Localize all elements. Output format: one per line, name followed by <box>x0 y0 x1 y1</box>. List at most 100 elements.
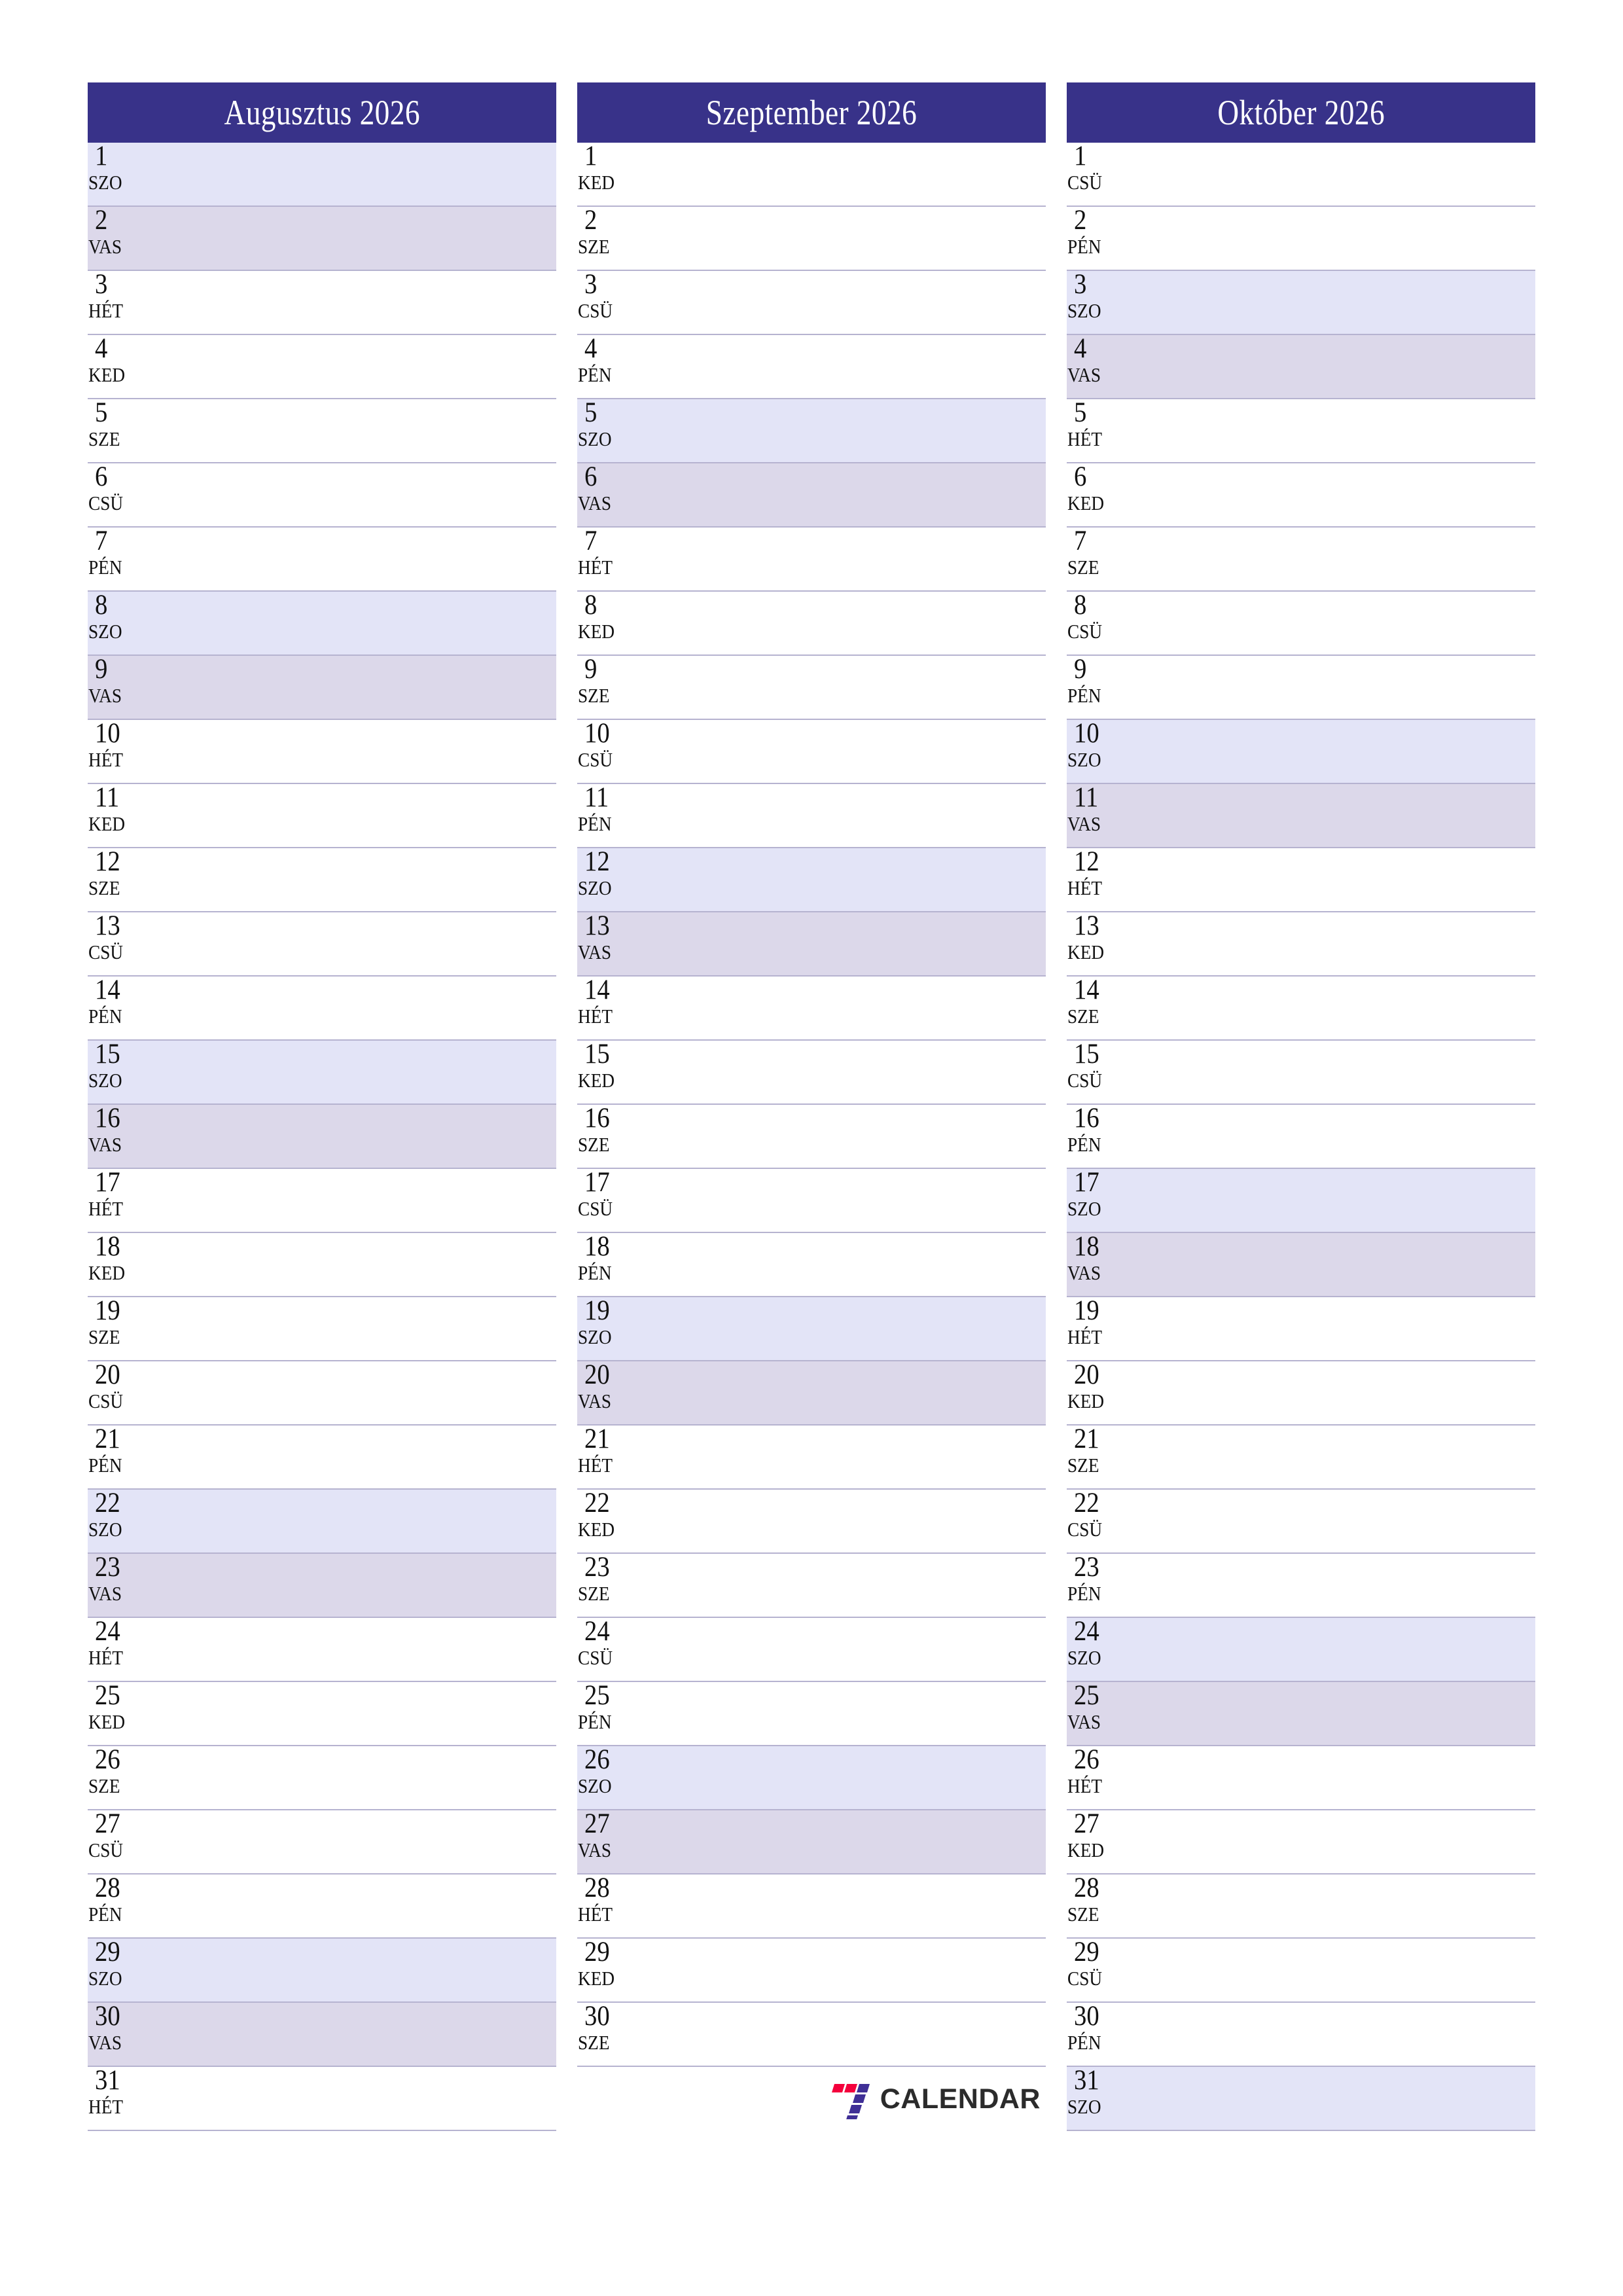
day-row[interactable]: 13 VAS <box>577 912 1046 977</box>
day-row[interactable]: 1 SZO <box>88 143 556 207</box>
day-row[interactable]: 4 PÉN <box>577 335 1046 399</box>
day-row[interactable]: 5 HÉT <box>1067 399 1535 463</box>
month-column-august: Augusztus 2026 1 SZO 2 VAS 3 HÉT 4 KED 5 SZE 6 CSÜ 7 P… <box>88 82 556 2131</box>
day-row[interactable]: 15 SZO <box>88 1041 556 1105</box>
day-row[interactable]: 21 HÉT <box>577 1426 1046 1490</box>
day-row[interactable]: 2 SZE <box>577 207 1046 271</box>
day-weekday-abbr: SZO <box>1067 1646 1101 1669</box>
day-row[interactable]: 27 KED <box>1067 1810 1535 1874</box>
day-row[interactable]: 14 PÉN <box>88 977 556 1041</box>
day-row[interactable]: 29 CSÜ <box>1067 1939 1535 2003</box>
day-row[interactable]: 10 HÉT <box>88 720 556 784</box>
day-row[interactable]: 31 SZO <box>1067 2067 1535 2131</box>
day-weekday-abbr: HÉT <box>578 1454 613 1477</box>
day-number: 5 <box>1074 399 1087 428</box>
day-row[interactable]: 18 KED <box>88 1233 556 1297</box>
day-row[interactable]: 27 CSÜ <box>88 1810 556 1874</box>
day-row[interactable]: 13 KED <box>1067 912 1535 977</box>
day-row[interactable]: 23 VAS <box>88 1554 556 1618</box>
day-weekday-abbr: KED <box>1067 492 1105 514</box>
day-row[interactable]: 6 CSÜ <box>88 463 556 528</box>
day-row[interactable]: 29 SZO <box>88 1939 556 2003</box>
day-row[interactable]: 9 VAS <box>88 656 556 720</box>
day-row[interactable]: 17 HÉT <box>88 1169 556 1233</box>
day-row[interactable]: 3 CSÜ <box>577 271 1046 335</box>
day-row[interactable]: 30 PÉN <box>1067 2003 1535 2067</box>
calendar-brand-logo[interactable]: CALENDAR <box>830 2079 1041 2119</box>
day-row[interactable]: 20 CSÜ <box>88 1361 556 1426</box>
day-row[interactable]: 12 SZO <box>577 848 1046 912</box>
day-row[interactable]: 12 HÉT <box>1067 848 1535 912</box>
day-row[interactable]: 11 PÉN <box>577 784 1046 848</box>
day-row[interactable]: 18 VAS <box>1067 1233 1535 1297</box>
day-weekday-abbr: HÉT <box>578 1005 613 1028</box>
day-row[interactable]: 19 HÉT <box>1067 1297 1535 1361</box>
day-row[interactable]: 22 SZO <box>88 1490 556 1554</box>
day-row[interactable]: 20 KED <box>1067 1361 1535 1426</box>
day-row[interactable]: 7 PÉN <box>88 528 556 592</box>
day-row[interactable]: 8 KED <box>577 592 1046 656</box>
day-row[interactable]: 15 KED <box>577 1041 1046 1105</box>
day-row[interactable]: 26 HÉT <box>1067 1746 1535 1810</box>
day-row[interactable]: 30 SZE <box>577 2003 1046 2067</box>
day-row[interactable]: 28 HÉT <box>577 1874 1046 1939</box>
day-row[interactable]: 22 KED <box>577 1490 1046 1554</box>
day-row[interactable]: 1 CSÜ <box>1067 143 1535 207</box>
day-row[interactable]: 8 SZO <box>88 592 556 656</box>
day-row[interactable]: 24 HÉT <box>88 1618 556 1682</box>
day-row[interactable]: 4 KED <box>88 335 556 399</box>
day-row[interactable]: 27 VAS <box>577 1810 1046 1874</box>
day-row[interactable]: 2 PÉN <box>1067 207 1535 271</box>
day-row[interactable]: 19 SZO <box>577 1297 1046 1361</box>
day-row[interactable]: 26 SZO <box>577 1746 1046 1810</box>
day-row[interactable]: 11 VAS <box>1067 784 1535 848</box>
day-row[interactable]: 12 SZE <box>88 848 556 912</box>
day-row[interactable]: 30 VAS <box>88 2003 556 2067</box>
day-row[interactable]: 17 SZO <box>1067 1169 1535 1233</box>
day-row[interactable]: 17 CSÜ <box>577 1169 1046 1233</box>
day-row[interactable]: 28 SZE <box>1067 1874 1535 1939</box>
day-row[interactable]: 16 PÉN <box>1067 1105 1535 1169</box>
day-row[interactable]: 20 VAS <box>577 1361 1046 1426</box>
day-row[interactable]: 25 VAS <box>1067 1682 1535 1746</box>
day-row[interactable]: 15 CSÜ <box>1067 1041 1535 1105</box>
day-row[interactable]: 5 SZO <box>577 399 1046 463</box>
day-row[interactable]: 13 CSÜ <box>88 912 556 977</box>
day-row[interactable]: 28 PÉN <box>88 1874 556 1939</box>
day-row[interactable]: 24 CSÜ <box>577 1618 1046 1682</box>
day-row[interactable]: 10 SZO <box>1067 720 1535 784</box>
day-number: 21 <box>584 1426 610 1454</box>
day-row[interactable]: 14 HÉT <box>577 977 1046 1041</box>
day-row[interactable]: 23 SZE <box>577 1554 1046 1618</box>
day-row[interactable]: 25 PÉN <box>577 1682 1046 1746</box>
day-row[interactable]: 22 CSÜ <box>1067 1490 1535 1554</box>
day-row[interactable]: 9 PÉN <box>1067 656 1535 720</box>
day-row[interactable]: 19 SZE <box>88 1297 556 1361</box>
day-row[interactable]: 14 SZE <box>1067 977 1535 1041</box>
day-row[interactable]: 7 HÉT <box>577 528 1046 592</box>
day-row[interactable]: 23 PÉN <box>1067 1554 1535 1618</box>
day-row[interactable]: 11 KED <box>88 784 556 848</box>
day-row[interactable]: 16 VAS <box>88 1105 556 1169</box>
day-row[interactable]: 5 SZE <box>88 399 556 463</box>
day-row[interactable]: 6 KED <box>1067 463 1535 528</box>
day-row[interactable]: 8 CSÜ <box>1067 592 1535 656</box>
day-row[interactable]: 3 SZO <box>1067 271 1535 335</box>
day-row[interactable]: 21 SZE <box>1067 1426 1535 1490</box>
day-row[interactable]: 2 VAS <box>88 207 556 271</box>
day-row[interactable]: 9 SZE <box>577 656 1046 720</box>
day-row[interactable]: 25 KED <box>88 1682 556 1746</box>
day-row[interactable]: 26 SZE <box>88 1746 556 1810</box>
day-row[interactable]: 4 VAS <box>1067 335 1535 399</box>
day-row[interactable]: 1 KED <box>577 143 1046 207</box>
day-row[interactable]: 6 VAS <box>577 463 1046 528</box>
day-row[interactable]: 29 KED <box>577 1939 1046 2003</box>
day-row[interactable]: 10 CSÜ <box>577 720 1046 784</box>
day-row[interactable]: 16 SZE <box>577 1105 1046 1169</box>
day-row[interactable]: 7 SZE <box>1067 528 1535 592</box>
day-row[interactable]: 21 PÉN <box>88 1426 556 1490</box>
day-row[interactable]: 24 SZO <box>1067 1618 1535 1682</box>
day-row[interactable]: 3 HÉT <box>88 271 556 335</box>
day-row[interactable]: 31 HÉT <box>88 2067 556 2131</box>
day-row[interactable]: 18 PÉN <box>577 1233 1046 1297</box>
